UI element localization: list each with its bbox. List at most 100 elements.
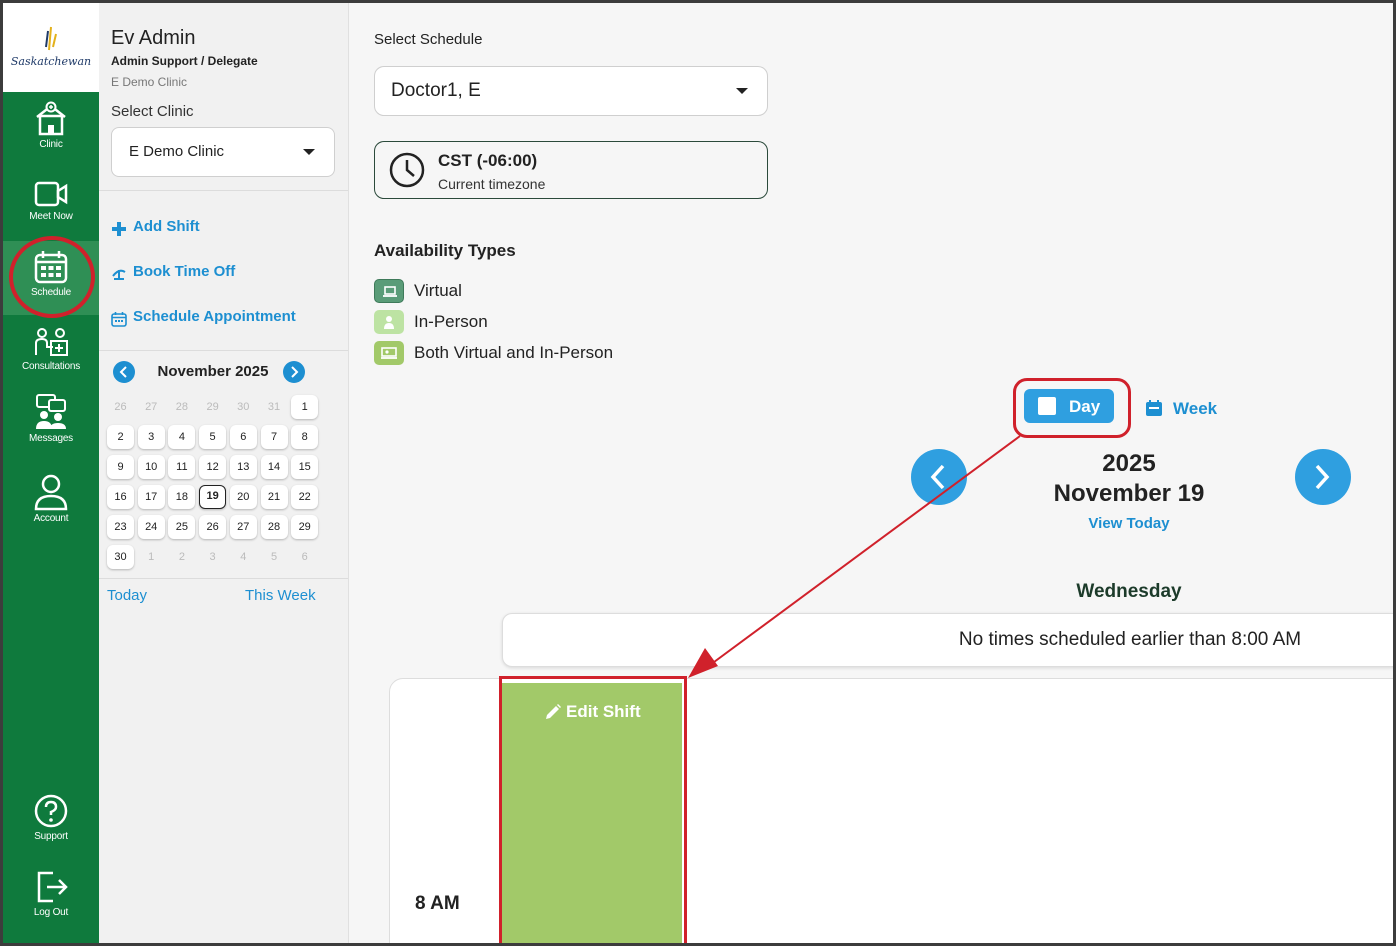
nav-item-label: Consultations bbox=[22, 361, 80, 372]
timezone-subtitle: Current timezone bbox=[438, 176, 546, 192]
nav-item-support[interactable]: Support bbox=[3, 793, 99, 865]
calendar-day: 2 bbox=[178, 551, 185, 563]
prev-month-button[interactable] bbox=[113, 361, 135, 383]
calendar-day[interactable]: 30 bbox=[107, 545, 134, 569]
calendar-day: 3 bbox=[209, 551, 216, 563]
calendar-day[interactable]: 21 bbox=[260, 485, 288, 509]
today-link[interactable]: Today bbox=[107, 587, 147, 604]
calendar-day: 31 bbox=[267, 401, 281, 413]
timezone-title: CST (-06:00) bbox=[438, 151, 538, 170]
calendar-day[interactable]: 25 bbox=[168, 515, 196, 539]
video-camera-icon bbox=[34, 181, 68, 207]
clinic-icon bbox=[36, 101, 66, 136]
calendar-day[interactable]: 1 bbox=[291, 395, 319, 419]
availability-title: Availability Types bbox=[374, 241, 516, 260]
chevron-down-icon bbox=[736, 88, 748, 94]
calendar-month-title: November 2025 bbox=[157, 363, 269, 380]
calendar-day[interactable]: 27 bbox=[229, 515, 257, 539]
calendar-day[interactable]: 29 bbox=[291, 515, 319, 539]
calendar-day[interactable]: 15 bbox=[291, 455, 319, 479]
time-label: 8 AM bbox=[415, 893, 460, 914]
view-today-link[interactable]: View Today bbox=[989, 515, 1269, 532]
nav-item-account[interactable]: Account bbox=[3, 473, 99, 545]
mini-calendar: November 2025 26 27 28 29 30 31 1 2 3 4 5 6 7 8 9 10 11 1… bbox=[103, 353, 323, 577]
calendar-day[interactable]: 28 bbox=[260, 515, 288, 539]
next-day-button[interactable] bbox=[1295, 449, 1351, 505]
user-icon bbox=[34, 474, 68, 511]
next-month-button[interactable] bbox=[283, 361, 305, 383]
no-times-notice: No times scheduled earlier than 8:00 AM bbox=[502, 613, 1393, 667]
in-person-chip bbox=[374, 310, 404, 334]
calendar-day[interactable]: 17 bbox=[137, 485, 165, 509]
calendar-day: 1 bbox=[148, 551, 155, 563]
schedule-dropdown-value: Doctor1, E bbox=[391, 80, 481, 101]
calendar-day: 26 bbox=[114, 401, 127, 413]
current-year: 2025 bbox=[1102, 450, 1156, 477]
chevron-down-icon bbox=[303, 149, 315, 155]
both-chip bbox=[374, 341, 404, 365]
calendar-day: 28 bbox=[175, 401, 189, 413]
clinic-dropdown-value: E Demo Clinic bbox=[129, 143, 225, 160]
calendar-day[interactable]: 2 bbox=[107, 425, 134, 449]
user-role: Admin Support / Delegate bbox=[111, 54, 258, 68]
divider bbox=[99, 350, 348, 351]
calendar-day[interactable]: 23 bbox=[107, 515, 134, 539]
divider bbox=[99, 190, 348, 191]
user-clinic: E Demo Clinic bbox=[111, 75, 188, 89]
calendar-day[interactable]: 9 bbox=[107, 455, 134, 479]
nav-item-messages[interactable]: Messages bbox=[3, 393, 99, 465]
nav-item-label: Log Out bbox=[33, 907, 69, 918]
divider bbox=[99, 578, 348, 579]
nav-item-consultations[interactable]: Consultations bbox=[3, 325, 99, 397]
calendar-day[interactable]: 11 bbox=[168, 455, 196, 479]
calendar-day[interactable]: 20 bbox=[229, 485, 257, 509]
calendar-day: 29 bbox=[206, 401, 219, 413]
calendar-day: 4 bbox=[240, 551, 247, 563]
calendar-day[interactable]: 19 bbox=[199, 485, 227, 509]
user-name: Ev Admin bbox=[111, 27, 196, 49]
nav-item-label: Support bbox=[34, 831, 68, 842]
calendar-day[interactable]: 12 bbox=[199, 455, 227, 479]
prev-day-button[interactable] bbox=[911, 449, 967, 505]
chevron-right-icon bbox=[1315, 464, 1330, 490]
this-week-link[interactable]: This Week bbox=[245, 587, 316, 604]
calendar-day[interactable]: 22 bbox=[291, 485, 319, 509]
schedule-dropdown[interactable]: Doctor1, E bbox=[374, 66, 768, 116]
calendar-day[interactable]: 26 bbox=[199, 515, 227, 539]
logo-text: Saskatchewan bbox=[10, 55, 92, 68]
calendar-day[interactable]: 18 bbox=[168, 485, 196, 509]
calendar-day[interactable]: 8 bbox=[291, 425, 319, 449]
nav-item-logout[interactable]: Log Out bbox=[3, 869, 99, 941]
nav-item-label: Meet Now bbox=[29, 211, 73, 222]
calendar-day[interactable]: 6 bbox=[229, 425, 257, 449]
calendar-day[interactable]: 10 bbox=[137, 455, 165, 479]
calendar-day[interactable]: 5 bbox=[199, 425, 227, 449]
calendar-day[interactable]: 16 bbox=[107, 485, 134, 509]
chevron-left-icon bbox=[119, 366, 127, 378]
wheat-logo-icon bbox=[45, 26, 57, 51]
shift-highlight bbox=[499, 676, 687, 943]
calendar-day[interactable]: 24 bbox=[137, 515, 165, 539]
nav-rail: Saskatchewan Clinic Meet Now Schedule Co… bbox=[3, 3, 99, 943]
calendar-day[interactable]: 14 bbox=[260, 455, 288, 479]
calendar-day: 6 bbox=[301, 551, 308, 563]
laptop-icon bbox=[383, 286, 397, 297]
calendar-day[interactable]: 7 bbox=[260, 425, 288, 449]
calendar-small-icon bbox=[111, 312, 127, 327]
nav-item-label: Clinic bbox=[39, 139, 63, 150]
help-icon bbox=[34, 794, 68, 828]
nav-item-label: Account bbox=[33, 513, 69, 524]
weekday-heading: Wednesday bbox=[1076, 581, 1182, 602]
schedule-side-panel: Ev Admin Admin Support / Delegate E Demo… bbox=[99, 3, 349, 943]
calendar-day: 27 bbox=[145, 401, 158, 413]
logo: Saskatchewan bbox=[3, 3, 99, 92]
calendar-day: 5 bbox=[270, 551, 278, 563]
calendar-day[interactable]: 3 bbox=[137, 425, 165, 449]
nav-item-clinic[interactable]: Clinic bbox=[3, 101, 99, 173]
calendar-day[interactable]: 13 bbox=[229, 455, 257, 479]
time-off-icon bbox=[112, 269, 126, 280]
virtual-chip bbox=[374, 279, 404, 303]
logout-icon bbox=[37, 871, 68, 903]
calendar-day[interactable]: 4 bbox=[168, 425, 196, 449]
clinic-dropdown[interactable]: E Demo Clinic bbox=[111, 127, 335, 177]
